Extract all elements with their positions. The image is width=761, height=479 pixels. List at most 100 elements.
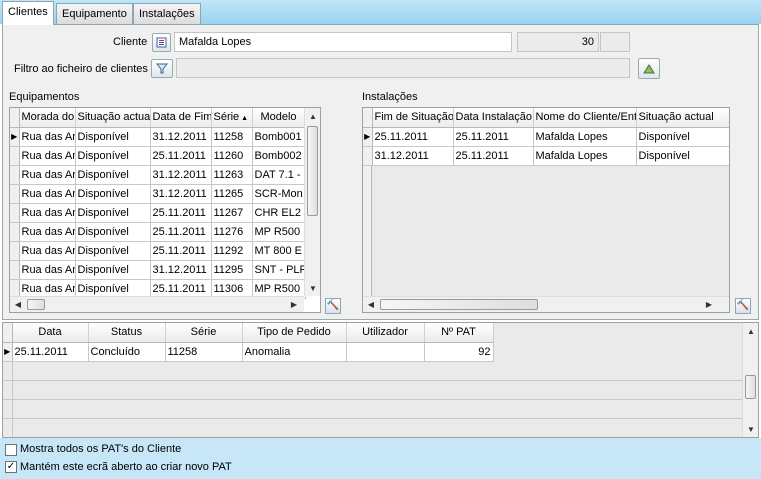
table-cell[interactable]: 11295 xyxy=(211,260,253,280)
installations-hscroll[interactable]: ◀ ▶ xyxy=(363,296,729,312)
table-cell[interactable] xyxy=(346,342,425,362)
table-cell[interactable]: 11292 xyxy=(211,241,253,261)
equipment-hscroll[interactable]: ◀ ▶ xyxy=(10,296,304,312)
table-cell[interactable]: Disponível xyxy=(636,146,729,166)
table-cell[interactable]: Rua das Ar xyxy=(19,203,76,223)
table-cell[interactable]: Disponível xyxy=(75,222,151,242)
table-cell[interactable]: 11263 xyxy=(211,165,253,185)
table-cell[interactable]: Rua das Ar xyxy=(19,241,76,261)
table-row[interactable]: Rua das Ar Disponível 31.12.2011 11295 SNT -… xyxy=(10,260,306,280)
apply-filter-button[interactable] xyxy=(638,58,660,79)
table-cell[interactable]: Rua das Ar xyxy=(19,222,76,242)
col-header-sorted[interactable]: Série ▲ xyxy=(211,108,253,128)
col-header[interactable]: Morada do xyxy=(19,108,76,128)
table-cell[interactable]: 25.11.2011 xyxy=(372,127,454,147)
show-all-checkbox[interactable] xyxy=(5,444,17,456)
table-row[interactable]: Rua das Ar Disponível 25.11.2011 11260 Bomb0… xyxy=(10,146,306,166)
col-header[interactable]: Status xyxy=(88,323,166,343)
keep-open-checkbox[interactable]: ✓ xyxy=(5,461,17,473)
table-cell[interactable]: Rua das Ar xyxy=(19,165,76,185)
table-cell[interactable]: MP R500 xyxy=(252,222,306,242)
table-row[interactable]: ▶ Rua das Ar Disponível 31.12.2011 11258 Bomb… xyxy=(10,127,306,147)
scroll-up-arrow[interactable]: ▲ xyxy=(743,327,758,336)
table-cell[interactable]: 31.12.2011 xyxy=(150,184,212,204)
table-cell[interactable]: Disponível xyxy=(75,184,151,204)
tab-clientes[interactable]: Clientes xyxy=(2,1,54,25)
table-cell[interactable]: Rua das Ar xyxy=(19,127,76,147)
col-header[interactable]: Data Instalação xyxy=(453,108,534,128)
table-cell[interactable]: Concluído xyxy=(88,342,166,362)
table-cell[interactable]: 25.11.2011 xyxy=(150,241,212,261)
table-cell[interactable]: Disponível xyxy=(75,165,151,185)
table-row[interactable]: Rua das Ar Disponível 31.12.2011 11265 SCR-M… xyxy=(10,184,306,204)
table-cell[interactable]: 25.11.2011 xyxy=(12,342,89,362)
table-cell[interactable]: 25.11.2011 xyxy=(453,127,534,147)
table-row[interactable]: Rua das Ar Disponível 25.11.2011 11292 MT 80… xyxy=(10,241,306,261)
table-cell[interactable]: 31.12.2011 xyxy=(150,260,212,280)
scroll-left-arrow[interactable]: ◀ xyxy=(10,300,26,309)
col-header[interactable]: Nome do Cliente/Entid xyxy=(533,108,637,128)
table-cell[interactable]: Anomalia xyxy=(242,342,347,362)
col-header[interactable]: Fim de Situação xyxy=(372,108,454,128)
table-row[interactable]: 31.12.2011 25.11.2011 Mafalda Lopes Disponí… xyxy=(363,146,729,166)
table-cell[interactable]: DAT 7.1 - xyxy=(252,165,306,185)
col-header[interactable]: Data xyxy=(12,323,89,343)
col-header[interactable]: Série xyxy=(165,323,243,343)
table-cell[interactable]: 31.12.2011 xyxy=(372,146,454,166)
table-cell[interactable]: Disponível xyxy=(636,127,729,147)
table-row[interactable]: ▶ 25.11.2011 Concluído 11258 Anomalia 92 xyxy=(3,342,494,362)
col-header[interactable]: Situação actual xyxy=(75,108,151,128)
table-cell[interactable]: 25.11.2011 xyxy=(453,146,534,166)
tab-equipamento[interactable]: Equipamento xyxy=(56,3,133,24)
table-cell[interactable]: 25.11.2011 xyxy=(150,222,212,242)
table-cell[interactable]: Disponível xyxy=(75,146,151,166)
table-cell[interactable]: 31.12.2011 xyxy=(150,165,212,185)
table-cell[interactable]: 31.12.2011 xyxy=(150,127,212,147)
table-cell[interactable]: SNT - PLF xyxy=(252,260,306,280)
scroll-right-arrow[interactable]: ▶ xyxy=(286,300,302,309)
tab-instalacoes[interactable]: Instalações xyxy=(133,3,201,24)
scroll-thumb[interactable] xyxy=(307,126,318,216)
table-cell[interactable]: Rua das Ar xyxy=(19,184,76,204)
table-cell[interactable]: SCR-Mon xyxy=(252,184,306,204)
scroll-up-arrow[interactable]: ▲ xyxy=(305,112,320,121)
table-cell[interactable]: Disponível xyxy=(75,241,151,261)
scroll-thumb[interactable] xyxy=(745,375,756,399)
client-name-field[interactable]: Mafalda Lopes xyxy=(174,32,512,52)
scroll-left-arrow[interactable]: ◀ xyxy=(363,300,379,309)
table-cell[interactable]: 25.11.2011 xyxy=(150,146,212,166)
table-cell[interactable]: Rua das Ar xyxy=(19,260,76,280)
table-cell[interactable]: Mafalda Lopes xyxy=(533,127,637,147)
table-cell[interactable]: Disponível xyxy=(75,260,151,280)
col-header[interactable]: Data de Fim xyxy=(150,108,212,128)
table-cell[interactable]: Disponível xyxy=(75,127,151,147)
col-header[interactable]: Nº PAT xyxy=(424,323,494,343)
col-header[interactable]: Situação actual xyxy=(636,108,729,128)
installations-tool-button[interactable]: 🔨 xyxy=(735,298,751,314)
table-cell[interactable]: 92 xyxy=(424,342,494,362)
col-header[interactable]: Utilizador xyxy=(346,323,425,343)
table-cell[interactable]: Rua das Ar xyxy=(19,146,76,166)
pat-vscroll[interactable]: ▲ ▼ xyxy=(742,323,758,437)
table-cell[interactable]: Disponível xyxy=(75,203,151,223)
col-header[interactable]: Tipo de Pedido xyxy=(242,323,347,343)
table-cell[interactable]: Bomb001 xyxy=(252,127,306,147)
equipment-tool-button[interactable]: 🔨 xyxy=(325,298,341,314)
filter-field[interactable] xyxy=(176,58,630,78)
scroll-down-arrow[interactable]: ▼ xyxy=(743,425,758,434)
table-cell[interactable]: CHR EL2 xyxy=(252,203,306,223)
col-header[interactable]: Modelo xyxy=(252,108,306,128)
table-cell[interactable]: Mafalda Lopes xyxy=(533,146,637,166)
table-cell[interactable]: 11276 xyxy=(211,222,253,242)
scroll-down-arrow[interactable]: ▼ xyxy=(305,284,320,293)
table-cell[interactable]: 11267 xyxy=(211,203,253,223)
table-cell[interactable]: 11258 xyxy=(211,127,253,147)
scroll-right-arrow[interactable]: ▶ xyxy=(701,300,717,309)
filter-button[interactable] xyxy=(151,59,173,78)
table-row[interactable]: Rua das Ar Disponível 31.12.2011 11263 DAT 7… xyxy=(10,165,306,185)
table-cell[interactable]: 11260 xyxy=(211,146,253,166)
scroll-thumb[interactable] xyxy=(380,299,538,310)
table-row[interactable]: Rua das Ar Disponível 25.11.2011 11267 CHR E… xyxy=(10,203,306,223)
table-cell[interactable]: 11258 xyxy=(165,342,243,362)
table-cell[interactable]: 25.11.2011 xyxy=(150,203,212,223)
